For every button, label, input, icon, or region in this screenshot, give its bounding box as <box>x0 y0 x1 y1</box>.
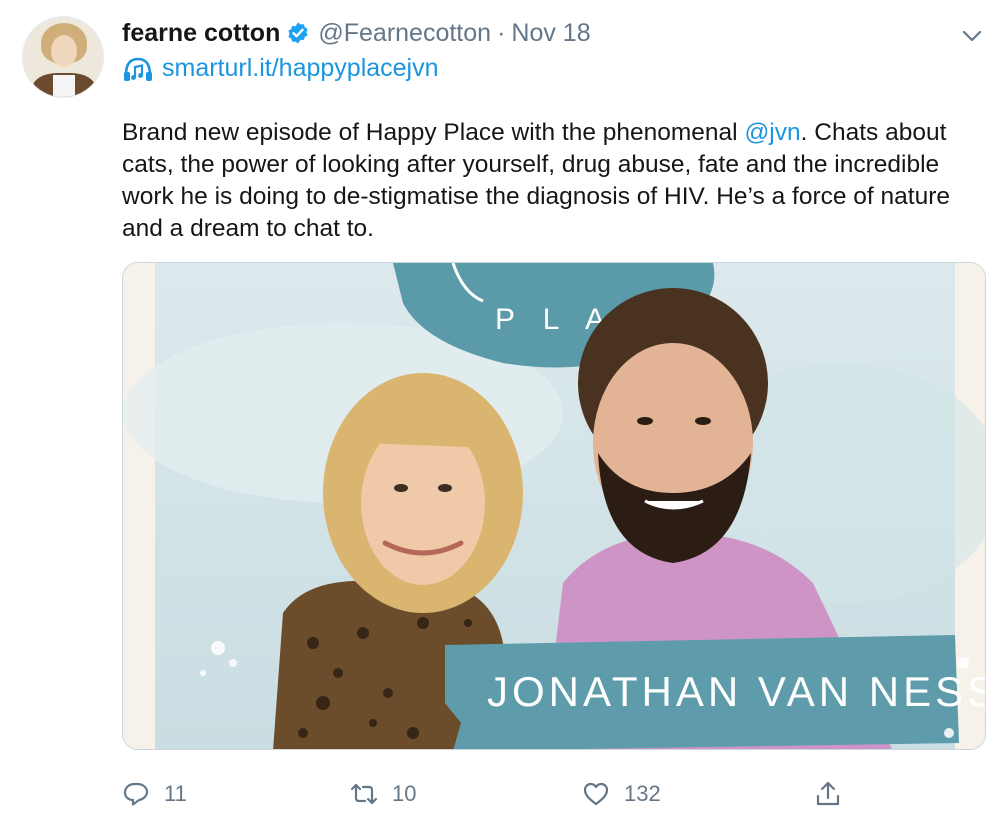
tweet-date[interactable]: Nov 18 <box>511 19 590 48</box>
author-avatar[interactable] <box>22 16 104 98</box>
author-handle[interactable]: @Fearnecotton <box>318 19 491 48</box>
tweet-text-start: Brand new episode of Happy Place with th… <box>122 119 745 146</box>
retweet-count: 10 <box>392 781 417 806</box>
reply-action[interactable]: 11 <box>122 774 187 814</box>
tweet-media-image[interactable]: P L A C JONATHAN VAN NESS <box>122 262 986 750</box>
bio-url-link[interactable]: smarturl.it/happyplacejvn <box>162 54 439 83</box>
bio-link-row: smarturl.it/happyplacejvn <box>122 54 439 83</box>
like-action[interactable]: 132 <box>582 774 661 814</box>
author-name[interactable]: fearne cotton <box>122 19 280 48</box>
fearne-eye-left <box>394 484 408 492</box>
jvn-eye-right <box>695 417 711 425</box>
avatar-top <box>53 75 75 97</box>
jvn-eye-left <box>637 417 653 425</box>
header-separator: · <box>497 18 506 47</box>
share-action[interactable] <box>814 774 842 814</box>
music-icon <box>124 57 152 81</box>
tweet-header: fearne cotton @Fearnecotton · Nov 18 <box>122 18 591 48</box>
tweet-actions: 11 10 132 <box>122 774 986 814</box>
like-count: 132 <box>624 781 661 806</box>
retweet-icon <box>350 783 378 805</box>
avatar-face <box>51 35 77 67</box>
tweet-text: Brand new episode of Happy Place with th… <box>122 117 982 245</box>
verified-badge-icon <box>288 22 308 44</box>
mention-link[interactable]: @jvn <box>744 119 800 146</box>
chevron-down-icon[interactable] <box>959 23 985 49</box>
reply-icon <box>123 782 149 806</box>
fearne-eye-right <box>438 484 452 492</box>
share-icon <box>816 781 840 806</box>
like-icon <box>583 782 609 806</box>
reply-count: 11 <box>164 781 187 806</box>
retweet-action[interactable]: 10 <box>350 774 416 814</box>
podcast-promo-image: P L A C JONATHAN VAN NESS <box>123 263 986 749</box>
banner-name-text: JONATHAN VAN NESS <box>487 668 986 715</box>
